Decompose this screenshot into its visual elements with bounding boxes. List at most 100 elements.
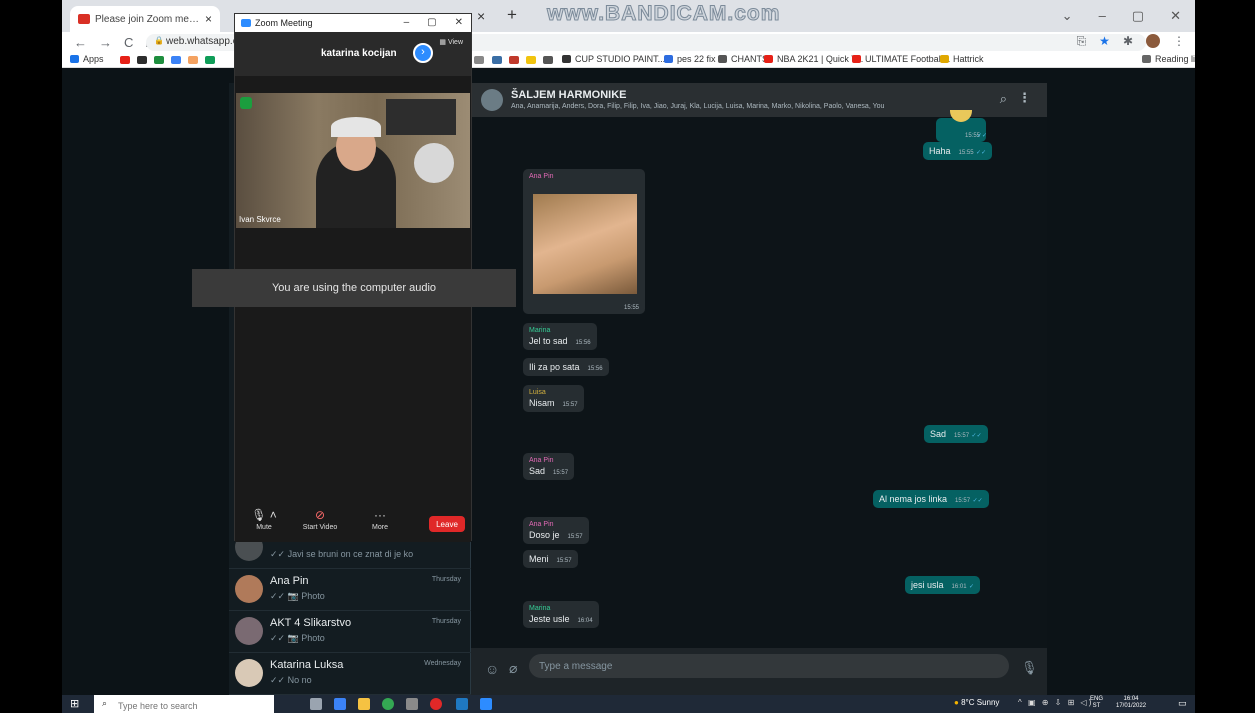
notification-icon[interactable]: ▭ [1178,698,1187,709]
chrome-icon[interactable] [382,698,394,710]
chat-list-item[interactable]: Katarina Luksa Wednesday ✓✓ No no [229,653,471,695]
microphone-icon: 🎙 ˄ [251,508,277,522]
bookmark-cup-studio[interactable]: CUP STUDIO PAINT... [562,54,665,64]
zoom-window-title: Zoom Meeting [255,18,313,28]
maximize-button[interactable]: ▢ [427,17,436,28]
message-bubble[interactable]: Al nema jos linka 15:57 ✓✓ [873,490,989,508]
message-bubble[interactable]: Haha 15:55 ✓✓ [923,142,993,160]
system-tray-icons[interactable]: ^ ▣ ⊕ ⇩ ⊞ ◁) [1018,698,1093,707]
bookmark-icon[interactable] [543,56,553,64]
check-icon[interactable] [205,56,215,64]
search-icon[interactable]: ⌕ [1000,91,1007,107]
reading-list[interactable]: Reading list [1142,54,1195,64]
zoom-icon[interactable] [480,698,492,710]
message-bubble[interactable]: Ana Pin Doso je 15:57 [523,517,589,544]
message-bubble[interactable]: Ana Pin Sad 15:57 [523,453,575,480]
cloud-icon[interactable] [171,56,181,64]
extensions-icon[interactable]: ✱ [1123,34,1133,49]
message-bubble[interactable]: Marina Jeste usle 16:04 [523,601,599,628]
youtube-icon [852,55,861,63]
bookmark-icon[interactable] [137,56,147,64]
chat-name: AKT 4 Slikarstvo [270,617,352,629]
message-bubble[interactable]: Sad 15:57 ✓✓ [924,425,988,443]
message-bubble[interactable]: Luisa Nisam 15:57 [523,385,584,412]
chat-time: Wednesday [424,660,461,667]
more-button[interactable]: ··· More [355,508,405,531]
next-participant-button[interactable]: › [413,43,433,63]
conversation-panel: ŠALJEM HARMONIKE Ana, Anamarija, Anders,… [471,83,1047,695]
taskbar-clock[interactable]: 16:04 17/01/2022 [1116,696,1146,710]
message-bubble-photo[interactable]: Ana Pin 15:55 [523,169,645,314]
youtube-icon[interactable] [120,56,130,64]
file-explorer-icon[interactable] [358,698,370,710]
language-indicator[interactable]: ENG ST [1090,696,1103,710]
message-input[interactable] [529,654,1009,678]
mute-button[interactable]: 🎙 ˄ Mute [239,508,289,531]
bookmark-chants[interactable]: CHANTS [718,54,768,64]
minimize-button[interactable]: – [1099,8,1106,24]
bookmark-icon[interactable] [474,56,484,64]
windows-start-icon[interactable]: ⊞ [70,698,82,710]
leave-button[interactable]: Leave [429,516,465,532]
app-icon[interactable] [406,698,418,710]
menu-icon[interactable]: ⋮ [1018,90,1031,106]
bookmark-pes[interactable]: pes 22 fix [664,54,716,64]
reload-button[interactable]: C [124,35,133,50]
chat-list-item[interactable]: Ana Pin Thursday ✓✓ 📷 Photo [229,569,471,611]
taskbar-search-input[interactable] [94,695,274,713]
start-video-button[interactable]: ⊘ Start Video [295,508,345,531]
task-view-icon[interactable] [310,698,322,710]
bookmark-nba[interactable]: NBA 2K21 | Quick T... [764,54,863,64]
close-icon[interactable]: × [205,12,212,26]
video-name-label: Ivan Skvrce [239,215,281,224]
bookmark-icon[interactable] [509,56,519,64]
menu-icon[interactable]: ⋮ [1173,34,1185,49]
zoom-title-bar[interactable]: Zoom Meeting – ▢ ✕ [235,14,471,32]
group-avatar[interactable] [481,89,503,111]
zoom-view-button[interactable]: ▦ View [439,38,463,46]
youtube-icon [764,55,773,63]
close-window-button[interactable]: ✕ [455,17,463,28]
message-bubble[interactable]: Marina Jel to sad 15:56 [523,323,597,350]
apps-grid-icon [70,55,79,63]
message-bubble[interactable]: Ili za po sata 15:56 [523,358,609,376]
window-controls: ⌄ – ▢ ✕ [1062,8,1181,24]
message-bubble[interactable]: jesi usla 16:01 ✓ [905,576,981,594]
avatar [235,617,263,645]
search-icon: ⌕ [102,698,108,708]
bookmark-icon[interactable] [526,56,536,64]
weather-widget[interactable]: ● 8°C Sunny [954,698,999,707]
bookmark-icon[interactable] [492,56,502,64]
bookmark-hattrick[interactable]: Hattrick [940,54,984,64]
bookmark-apps[interactable]: Apps [70,54,104,64]
paperclip-icon[interactable]: ⌀ [509,660,517,677]
chat-list-item[interactable]: AKT 4 Slikarstvo Thursday ✓✓ 📷 Photo [229,611,471,653]
maximize-button[interactable]: ▢ [1132,8,1144,24]
bookmark-icon[interactable] [188,56,198,64]
message-bubble[interactable]: 15:55 ✓✓ [936,110,987,142]
minimize-button[interactable]: – [404,17,410,28]
tab-gmail[interactable]: Please join Zoom meeting in pro × [70,6,220,32]
star-icon[interactable]: ★ [1099,34,1110,49]
new-tab-button[interactable]: + [507,5,517,25]
bookmark-icon[interactable] [154,56,164,64]
edge-icon[interactable] [334,698,346,710]
message-bubble[interactable]: Meni 15:57 [523,550,578,568]
emoji-icon[interactable]: ☺ [485,661,499,677]
microphone-icon[interactable]: 🎙 [1021,660,1038,676]
close-tab-icon[interactable]: × [477,8,485,24]
profile-avatar[interactable] [1146,34,1160,48]
back-button[interactable]: ← [74,35,87,50]
photoshop-icon[interactable] [456,698,468,710]
shared-photo[interactable] [533,194,637,294]
bookmark-ultimate-football[interactable]: ULTIMATE Football... [852,54,950,64]
share-icon[interactable]: ⎘ [1077,34,1087,49]
group-name: ŠALJEM HARMONIKE [511,89,627,101]
forward-button[interactable]: → [99,35,112,50]
chat-preview: ✓✓ 📷 Photo [270,633,325,643]
message-sender: Ana Pin [529,521,554,528]
video-frame-art [386,99,456,135]
chevron-down-icon[interactable]: ⌄ [1062,8,1073,24]
close-window-button[interactable]: ✕ [1170,8,1181,24]
bandicam-icon[interactable] [430,698,442,710]
